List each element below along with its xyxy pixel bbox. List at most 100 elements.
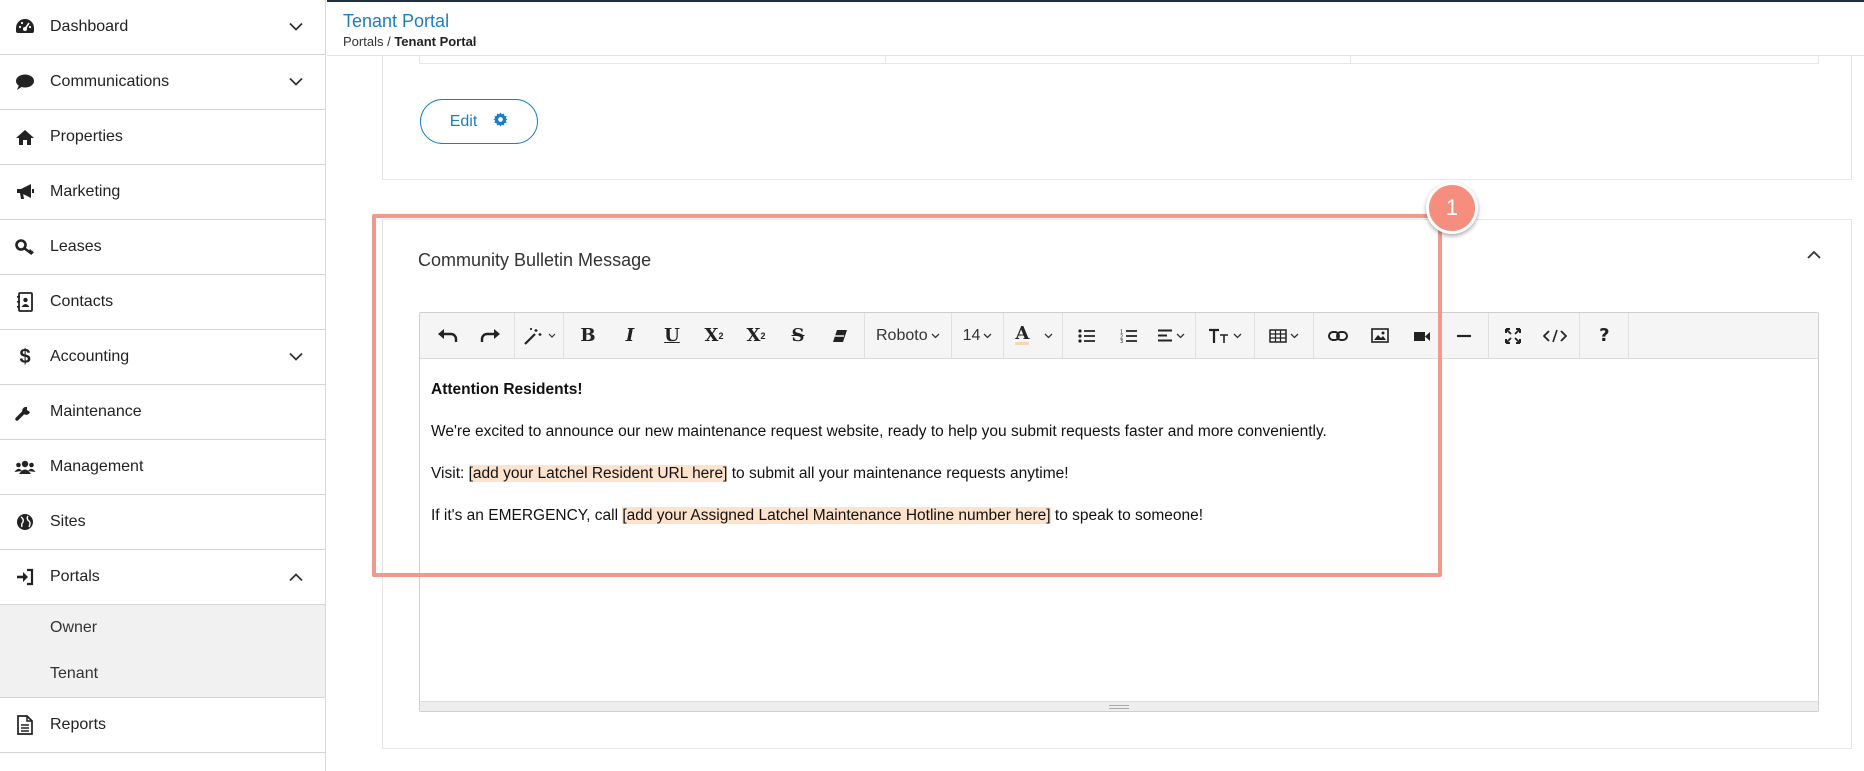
users-icon [0, 458, 50, 476]
bulletin-title: Community Bulletin Message [418, 250, 652, 270]
document-icon [0, 715, 50, 735]
chat-bubble-icon [0, 73, 50, 91]
table-icon[interactable] [1258, 318, 1310, 354]
magic-wand-icon[interactable] [518, 318, 560, 354]
sidebar-item-communications[interactable]: Communications [0, 55, 325, 110]
chevron-down-icon[interactable] [289, 77, 303, 87]
edit-button-label: Edit [449, 112, 478, 130]
sidebar-item-label: Sites [50, 513, 86, 530]
sidebar-item-label: Reports [50, 716, 107, 733]
help-icon[interactable]: ? [1583, 318, 1625, 354]
chevron-up-icon[interactable] [289, 573, 303, 582]
page-title: Tenant Portal [343, 11, 450, 31]
sidebar-item-properties[interactable]: Properties [0, 110, 325, 165]
sidebar-item-label: Communications [50, 73, 170, 90]
sidebar-item-label: Leases [50, 238, 102, 255]
superscript-icon[interactable]: X2 [693, 318, 735, 354]
content-text: If it's an EMERGENCY, call [431, 507, 623, 524]
undo-icon[interactable] [427, 318, 469, 354]
dashboard-icon [0, 18, 50, 36]
text-size-icon[interactable] [1199, 318, 1251, 354]
numbered-list-icon[interactable]: 123 [1108, 318, 1150, 354]
content-text: Visit: [431, 465, 469, 482]
sidebar-subitem-tenant[interactable]: Tenant [0, 651, 325, 697]
key-icon [0, 238, 50, 256]
sidebar-item-label: Properties [50, 128, 123, 145]
bold-icon[interactable]: B [567, 318, 609, 354]
chevron-up-icon[interactable] [1807, 250, 1821, 259]
portal-settings-card: Edit [382, 56, 1852, 180]
sidebar-item-marketing[interactable]: Marketing [0, 165, 325, 220]
italic-icon[interactable]: I [609, 318, 651, 354]
address-book-icon [0, 292, 50, 312]
sidebar-subitem-owner[interactable]: Owner [0, 605, 325, 651]
sidebar-item-label: Maintenance [50, 403, 142, 420]
redo-icon[interactable] [469, 318, 511, 354]
chevron-down-icon[interactable] [289, 22, 303, 32]
sidebar-item-accounting[interactable]: $ Accounting [0, 330, 325, 385]
font-family-value: Roboto [876, 326, 928, 344]
sidebar-item-label: Accounting [50, 348, 130, 365]
settings-table-edge [419, 56, 1819, 64]
gear-icon [493, 111, 508, 132]
wrench-icon [0, 403, 50, 421]
home-icon [0, 128, 50, 146]
sidebar-item-portals[interactable]: Portals [0, 550, 325, 605]
font-family-select[interactable]: Roboto [868, 318, 948, 354]
sidebar-item-label: Marketing [50, 183, 121, 200]
sidebar-item-label: Contacts [50, 293, 114, 310]
sidebar-item-dashboard[interactable]: Dashboard [0, 0, 325, 55]
editor-resize-handle[interactable] [420, 701, 1818, 711]
bullet-list-icon[interactable] [1066, 318, 1108, 354]
highlighted-placeholder: [add your Latchel Resident URL here] [468, 465, 728, 482]
community-bulletin-card: Community Bulletin Message B I U X2 X2 S… [382, 219, 1852, 749]
font-size-select[interactable]: 14 [955, 318, 1001, 354]
dollar-icon: $ [19, 345, 31, 368]
fullscreen-icon[interactable] [1492, 318, 1534, 354]
sidebar-item-contacts[interactable]: Contacts [0, 275, 325, 330]
sidebar-item-label: Dashboard [50, 18, 129, 35]
content-text: to speak to someone! [1050, 507, 1204, 524]
sidebar-item-reports[interactable]: Reports [0, 698, 325, 753]
content-paragraph: Visit: [add your Latchel Resident URL he… [431, 463, 1807, 485]
underline-icon[interactable]: U [651, 318, 693, 354]
video-icon[interactable] [1401, 318, 1443, 354]
globe-icon [0, 513, 50, 531]
sidebar-item-management[interactable]: Management [0, 440, 325, 495]
align-icon[interactable] [1150, 318, 1192, 354]
subscript-icon[interactable]: X2 [735, 318, 777, 354]
image-icon[interactable] [1359, 318, 1401, 354]
sidebar-item-label: Portals [50, 568, 100, 585]
text-color-icon[interactable]: A [1007, 318, 1037, 354]
editor-content[interactable]: Attention Residents! We're excited to an… [420, 359, 1818, 567]
megaphone-icon [0, 183, 50, 201]
top-bar: Tenant Portal Portals / Tenant Portal [327, 0, 1864, 56]
breadcrumb-current: Tenant Portal [394, 34, 477, 49]
sign-in-icon [0, 568, 50, 586]
sidebar-item-label: Management [50, 458, 144, 475]
chevron-down-icon[interactable] [289, 352, 303, 362]
breadcrumb: Portals / Tenant Portal [343, 34, 476, 49]
annotation-badge: 1 [1426, 182, 1478, 234]
highlighted-placeholder: [add your Assigned Latchel Maintenance H… [622, 507, 1051, 524]
sidebar-item-maintenance[interactable]: Maintenance [0, 385, 325, 440]
content-paragraph: If it's an EMERGENCY, call [add your Ass… [431, 505, 1807, 527]
sidebar-item-sites[interactable]: Sites [0, 495, 325, 550]
code-view-icon[interactable] [1534, 318, 1576, 354]
portals-submenu: Owner Tenant [0, 605, 325, 698]
eraser-icon[interactable] [819, 318, 861, 354]
breadcrumb-separator: / [383, 34, 395, 49]
breadcrumb-parent[interactable]: Portals [343, 34, 383, 49]
edit-button[interactable]: Edit [420, 99, 538, 144]
editor-toolbar: B I U X2 X2 S Roboto 14 A 123 ? [420, 312, 1818, 359]
rich-text-editor[interactable]: B I U X2 X2 S Roboto 14 A 123 ? Attentio… [419, 312, 1819, 712]
content-heading: Attention Residents! [431, 381, 583, 398]
svg-text:3: 3 [1120, 339, 1123, 343]
horizontal-rule-icon[interactable] [1443, 318, 1485, 354]
sidebar-item-leases[interactable]: Leases [0, 220, 325, 275]
content-paragraph: We're excited to announce our new mainte… [431, 423, 1327, 440]
strikethrough-icon[interactable]: S [777, 318, 819, 354]
content-text: to submit all your maintenance requests … [727, 465, 1069, 482]
text-color-dropdown[interactable] [1037, 318, 1059, 354]
link-icon[interactable] [1317, 318, 1359, 354]
